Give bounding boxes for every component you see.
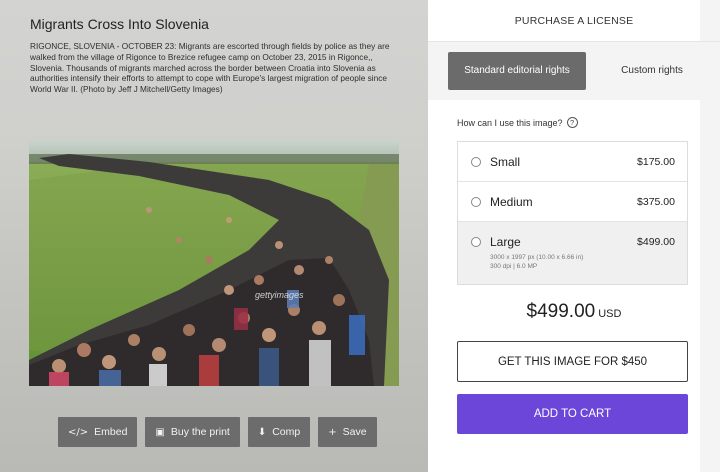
total-price: $499.00 USD bbox=[428, 301, 720, 323]
radio-button[interactable] bbox=[471, 197, 481, 207]
size-option-medium[interactable]: Medium $375.00 bbox=[458, 182, 687, 222]
plus-icon: + bbox=[328, 426, 337, 438]
download-icon: ⬇ bbox=[257, 426, 267, 438]
total-currency: USD bbox=[598, 308, 622, 320]
buy-print-button[interactable]: ▣ Buy the print bbox=[145, 417, 240, 447]
size-options: Small $175.00 Medium $375.00 Large $499.… bbox=[457, 141, 688, 285]
size-name: Large bbox=[490, 235, 521, 249]
usage-help-text: How can I use this image? bbox=[457, 117, 563, 128]
photo-watermark: gettyimages bbox=[255, 290, 304, 300]
radio-button[interactable] bbox=[471, 157, 481, 167]
save-label: Save bbox=[342, 426, 367, 438]
image-title: Migrants Cross Into Slovenia bbox=[30, 16, 209, 32]
comp-label: Comp bbox=[272, 426, 301, 438]
size-price: $375.00 bbox=[637, 196, 675, 208]
migrants-photo-illustration bbox=[29, 140, 399, 386]
add-to-cart-button[interactable]: ADD TO CART bbox=[457, 394, 688, 434]
size-name: Medium bbox=[490, 195, 533, 209]
license-tabs: Standard editorial rights Custom rights bbox=[428, 42, 720, 100]
total-amount: $499.00 bbox=[526, 301, 596, 322]
news-photo[interactable]: gettyimages bbox=[29, 140, 399, 386]
embed-button[interactable]: </> Embed bbox=[58, 417, 138, 447]
image-detail-panel: Migrants Cross Into Slovenia RIGONCE, SL… bbox=[0, 0, 428, 472]
size-price: $175.00 bbox=[637, 156, 675, 168]
size-price: $499.00 bbox=[637, 236, 675, 248]
purchase-panel: PURCHASE A LICENSE Standard editorial ri… bbox=[428, 0, 720, 472]
usage-help-link[interactable]: How can I use this image? ? bbox=[457, 117, 578, 128]
tab-custom-rights[interactable]: Custom rights bbox=[598, 52, 706, 90]
save-button[interactable]: + Save bbox=[318, 417, 377, 447]
tab-standard-editorial-rights[interactable]: Standard editorial rights bbox=[448, 52, 586, 90]
image-actions-bar: </> Embed ▣ Buy the print ⬇ Comp + Save bbox=[58, 417, 377, 447]
question-icon: ? bbox=[566, 117, 578, 128]
size-option-large[interactable]: Large $499.00 3000 x 1997 px (10.00 x 6.… bbox=[458, 222, 687, 284]
code-icon: </> bbox=[68, 426, 89, 438]
comp-button[interactable]: ⬇ Comp bbox=[247, 417, 311, 447]
size-dimensions: 3000 x 1997 px (10.00 x 6.66 in) bbox=[490, 254, 584, 261]
buy-print-label: Buy the print bbox=[170, 426, 230, 438]
embed-label: Embed bbox=[94, 426, 128, 438]
image-caption: RIGONCE, SLOVENIA - OCTOBER 23: Migrants… bbox=[30, 41, 390, 95]
size-option-small[interactable]: Small $175.00 bbox=[458, 142, 687, 182]
size-detail: 3000 x 1997 px (10.00 x 6.66 in) 300 dpi… bbox=[490, 253, 620, 271]
image-icon: ▣ bbox=[155, 426, 165, 438]
radio-button[interactable] bbox=[471, 237, 481, 247]
size-resolution: 300 dpi | 6.0 MP bbox=[490, 263, 538, 270]
size-name: Small bbox=[490, 155, 521, 169]
purchase-header: PURCHASE A LICENSE bbox=[428, 0, 720, 42]
get-this-image-button[interactable]: GET THIS IMAGE FOR $450 bbox=[457, 341, 688, 382]
